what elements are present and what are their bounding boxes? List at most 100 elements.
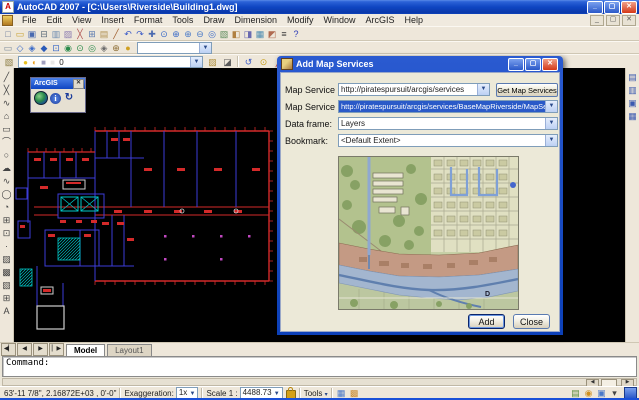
- designcenter-icon[interactable]: ◧: [230, 28, 242, 40]
- arc-icon[interactable]: ⌒: [0, 136, 13, 149]
- gradient-icon[interactable]: ▩: [0, 266, 13, 279]
- menu-file[interactable]: File: [17, 15, 42, 25]
- help-icon[interactable]: ?: [290, 28, 302, 40]
- chevron-down-icon[interactable]: ▼: [190, 391, 196, 397]
- plot-icon[interactable]: ⊟: [38, 28, 50, 40]
- rectangle-icon[interactable]: ▭: [0, 123, 13, 136]
- chevron-down-icon[interactable]: ▼: [190, 57, 202, 67]
- redo-icon[interactable]: ↷: [134, 28, 146, 40]
- bookmark-combo[interactable]: <Default Extent> ▼: [338, 134, 558, 147]
- make-object-layer-icon[interactable]: ↺: [241, 56, 256, 68]
- menu-tools[interactable]: Tools: [167, 15, 198, 25]
- polygon-icon[interactable]: ⌂: [0, 110, 13, 123]
- menu-format[interactable]: Format: [129, 15, 168, 25]
- chevron-down-icon[interactable]: ▼: [477, 84, 489, 95]
- quickcalc-icon[interactable]: ≡: [278, 28, 290, 40]
- menu-modify[interactable]: Modify: [282, 15, 319, 25]
- table-icon[interactable]: ⊞: [0, 292, 13, 305]
- copy-icon[interactable]: ⊞: [86, 28, 98, 40]
- 3d-orbit-icon[interactable]: ◇: [14, 42, 26, 54]
- save-icon[interactable]: ▣: [26, 28, 38, 40]
- cut-icon[interactable]: ╳: [74, 28, 86, 40]
- revision-cloud-icon[interactable]: ☁: [0, 162, 13, 175]
- menu-arcgis[interactable]: ArcGIS: [361, 15, 400, 25]
- menu-draw[interactable]: Draw: [198, 15, 229, 25]
- dialog-maximize-button[interactable]: ▢: [525, 58, 541, 71]
- zoom-realtime-icon[interactable]: ⊙: [158, 28, 170, 40]
- menu-help[interactable]: Help: [400, 15, 429, 25]
- zoom-dynamic-icon[interactable]: ⊕: [182, 28, 194, 40]
- menu-edit[interactable]: Edit: [42, 15, 68, 25]
- 3d-swivel-icon[interactable]: ⊡: [50, 42, 62, 54]
- layer-walk-icon[interactable]: ⊙: [256, 56, 271, 68]
- doc-minimize-button[interactable]: _: [590, 15, 604, 26]
- bring-above-icon[interactable]: ▣: [626, 97, 639, 110]
- view-top-icon[interactable]: ⊙: [74, 42, 86, 54]
- restore-button[interactable]: ▢: [604, 1, 620, 14]
- doc-close-button[interactable]: ✕: [622, 15, 636, 26]
- dialog-titlebar[interactable]: Add Map Services _ ▢ ✕: [280, 56, 560, 72]
- workspace-icon[interactable]: ▭: [2, 42, 14, 54]
- layer-freeze-icon[interactable]: ◐: [30, 57, 39, 68]
- globe-icon[interactable]: [34, 91, 48, 105]
- doc-restore-button[interactable]: ▢: [606, 15, 620, 26]
- undo-icon[interactable]: ↶: [122, 28, 134, 40]
- menu-insert[interactable]: Insert: [96, 15, 129, 25]
- circle-icon[interactable]: ○: [0, 149, 13, 162]
- layer-lock-icon[interactable]: ■: [39, 57, 48, 68]
- arcgis-palette-titlebar[interactable]: ArcGIS ✕: [31, 78, 85, 89]
- zoom-scale-icon[interactable]: ⊖: [194, 28, 206, 40]
- markup-icon[interactable]: ◩: [266, 28, 278, 40]
- named-view-combo[interactable]: ▼: [137, 42, 212, 54]
- multiline-text-icon[interactable]: A: [0, 305, 13, 318]
- camera-icon[interactable]: ◈: [98, 42, 110, 54]
- prev-tab-button[interactable]: ◀: [17, 343, 32, 356]
- dataframe-combo[interactable]: Layers ▼: [338, 117, 558, 130]
- layer-combo[interactable]: ●◐■■ 0 ▼: [18, 56, 203, 68]
- sun-icon[interactable]: ●: [122, 42, 134, 54]
- view-front-icon[interactable]: ◉: [62, 42, 74, 54]
- layer-properties-icon[interactable]: ▨: [205, 56, 220, 68]
- 3d-zoom-icon[interactable]: ◆: [38, 42, 50, 54]
- last-tab-button[interactable]: ▏▶: [49, 343, 64, 356]
- line-icon[interactable]: ╱: [0, 71, 13, 84]
- insert-block-icon[interactable]: ⊞: [0, 214, 13, 227]
- paste-icon[interactable]: ▤: [98, 28, 110, 40]
- plot-preview-icon[interactable]: ▥: [50, 28, 62, 40]
- send-under-icon[interactable]: ▦: [626, 110, 639, 123]
- layer-color-icon[interactable]: ■: [48, 57, 57, 68]
- dialog-minimize-button[interactable]: _: [508, 58, 524, 71]
- send-to-back-icon[interactable]: ▥: [626, 84, 639, 97]
- make-block-icon[interactable]: ⊡: [0, 227, 13, 240]
- add-button[interactable]: Add: [468, 314, 505, 329]
- pan-icon[interactable]: ✚: [146, 28, 158, 40]
- tool-palettes-icon[interactable]: ◨: [242, 28, 254, 40]
- close-icon[interactable]: ✕: [73, 79, 84, 89]
- menu-view[interactable]: View: [67, 15, 96, 25]
- close-dialog-button[interactable]: Close: [513, 314, 550, 329]
- layer-previous-icon[interactable]: ◪: [220, 56, 235, 68]
- command-line-window[interactable]: Command:: [2, 356, 637, 377]
- spline-icon[interactable]: ∿: [0, 175, 13, 188]
- qnew-icon[interactable]: □: [2, 28, 14, 40]
- first-tab-button[interactable]: ◀▏: [1, 343, 16, 356]
- layer-on-icon[interactable]: ●: [21, 57, 30, 68]
- polyline-icon[interactable]: ∿: [0, 97, 13, 110]
- view-iso-icon[interactable]: ◎: [86, 42, 98, 54]
- hatch-icon[interactable]: ▨: [0, 253, 13, 266]
- ellipse-icon[interactable]: ◯: [0, 188, 13, 201]
- region-icon[interactable]: ▧: [0, 279, 13, 292]
- identify-icon[interactable]: i: [50, 93, 61, 104]
- service-combo[interactable]: http://piratespursuit/arcgis/services/Ba…: [338, 100, 558, 113]
- dialog-close-button[interactable]: ✕: [542, 58, 558, 71]
- zoom-window-icon[interactable]: ⊕: [170, 28, 182, 40]
- refresh-icon[interactable]: ↻: [63, 92, 75, 104]
- menu-dimension[interactable]: Dimension: [229, 15, 282, 25]
- construction-line-icon[interactable]: ╳: [0, 84, 13, 97]
- close-button[interactable]: ✕: [621, 1, 637, 14]
- walk-icon[interactable]: ⊕: [110, 42, 122, 54]
- chevron-down-icon[interactable]: ▼: [274, 391, 280, 397]
- publish-icon[interactable]: ▨: [62, 28, 74, 40]
- command-hscrollbar[interactable]: ◀ ▶: [2, 378, 637, 386]
- point-icon[interactable]: ·: [0, 240, 13, 253]
